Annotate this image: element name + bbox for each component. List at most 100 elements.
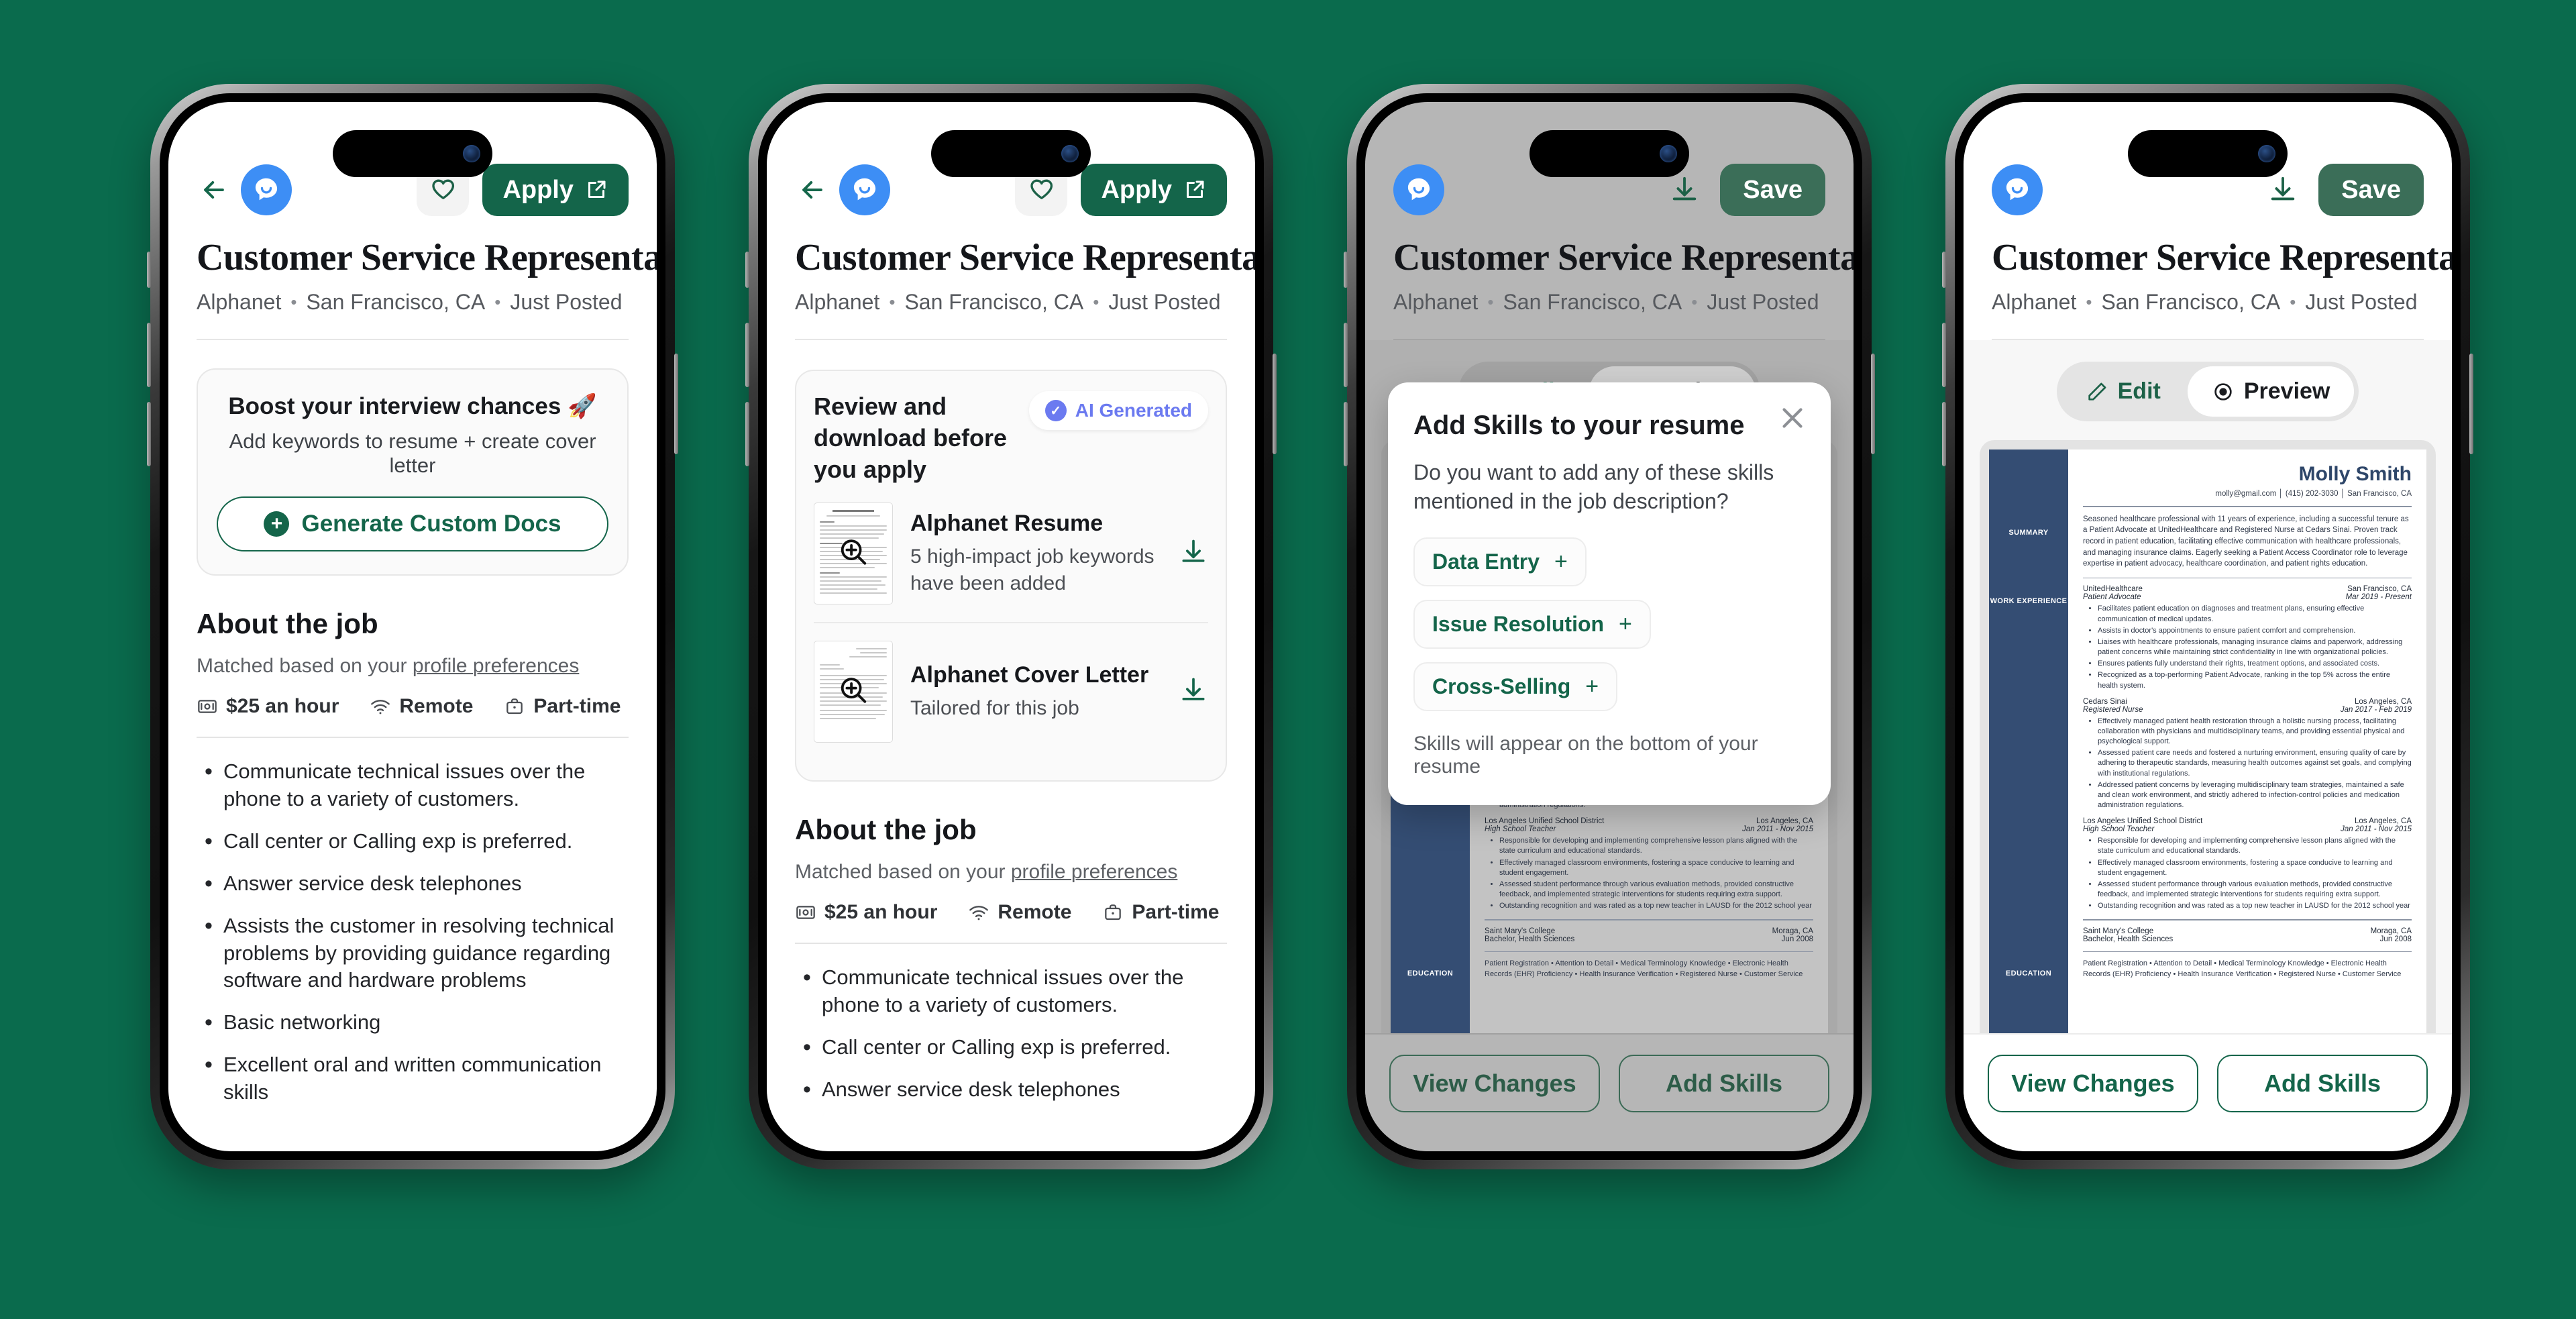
matched-prefix: Matched based on your bbox=[197, 655, 413, 677]
save-button-label: Save bbox=[2341, 175, 2401, 204]
resume-summary-text: Seasoned healthcare professional with 11… bbox=[2083, 515, 2409, 568]
external-link-icon bbox=[588, 180, 606, 198]
app-logo-icon bbox=[1992, 164, 2043, 215]
job-company: Alphanet bbox=[795, 290, 880, 314]
money-icon bbox=[198, 700, 217, 713]
resume-employer: Los Angeles Unified School District bbox=[2083, 817, 2203, 826]
phone-power-button bbox=[674, 354, 678, 454]
front-camera-icon bbox=[1061, 145, 1079, 162]
remote-label: Remote bbox=[998, 901, 1072, 924]
list-item: Assessed student performance through var… bbox=[2098, 880, 2412, 900]
document-name: Alphanet Resume bbox=[910, 511, 1104, 537]
document-name: Alphanet Cover Letter bbox=[910, 662, 1149, 688]
job-type-label: Part-time bbox=[533, 695, 621, 717]
meta-separator: • bbox=[290, 292, 297, 312]
resume-divider bbox=[2083, 951, 2412, 953]
profile-preferences-link[interactable]: profile preferences bbox=[1011, 861, 1177, 883]
job-posted: Just Posted bbox=[1108, 290, 1221, 314]
job-facts-row: $25 an hour Remote Part-time bbox=[795, 901, 1227, 924]
skill-chip-cross-selling[interactable]: Cross-Selling + bbox=[1413, 662, 1618, 711]
resume-degree-date: Jun 2008 bbox=[2379, 935, 2412, 943]
resume-place: Los Angeles, CA bbox=[2354, 697, 2412, 706]
modal-title: Add Skills to your resume bbox=[1413, 411, 1745, 440]
briefcase-icon bbox=[1105, 904, 1122, 920]
phone-1-job-detail: Apply Customer Service Representative Al… bbox=[147, 84, 678, 1169]
resume-thumbnail[interactable] bbox=[814, 503, 893, 605]
job-fact-type: Part-time bbox=[1102, 901, 1219, 924]
resume-school-row: Saint Mary's College Moraga, CA bbox=[2083, 927, 2412, 935]
pencil-icon bbox=[2088, 382, 2106, 401]
resume-section-work-label: WORK EXPERIENCE bbox=[1990, 597, 2068, 605]
resume-bullet-list: Facilitates patient education on diagnos… bbox=[2098, 604, 2412, 690]
profile-preferences-link[interactable]: profile preferences bbox=[413, 655, 579, 677]
job-location: San Francisco, CA bbox=[904, 290, 1084, 314]
tab-edit[interactable]: Edit bbox=[2061, 366, 2185, 417]
back-button[interactable] bbox=[197, 172, 231, 207]
job-fact-salary: $25 an hour bbox=[795, 901, 937, 924]
about-the-job-heading: About the job bbox=[795, 814, 977, 846]
magnify-icon bbox=[838, 675, 869, 709]
phone-4-resume-preview: Save Customer Service Representative Alp… bbox=[1942, 84, 2473, 1169]
section-divider bbox=[197, 737, 629, 738]
page-title: Customer Service Representative bbox=[1992, 237, 2452, 278]
list-item: Answer service desk telephones bbox=[201, 869, 629, 899]
list-item: Basic networking bbox=[201, 1008, 629, 1038]
resume-section-summary-label: SUMMARY bbox=[2008, 529, 2049, 537]
wifi-icon bbox=[969, 906, 989, 920]
dynamic-island bbox=[1529, 130, 1689, 177]
generate-docs-label: Generate Custom Docs bbox=[301, 511, 561, 537]
download-cover-letter-icon[interactable] bbox=[1173, 676, 1208, 708]
front-camera-icon bbox=[2258, 145, 2275, 162]
resume-dates: Jan 2011 - Nov 2015 bbox=[2341, 825, 2412, 834]
skill-chip-data-entry[interactable]: Data Entry + bbox=[1413, 537, 1587, 586]
apply-button[interactable]: Apply bbox=[482, 164, 629, 216]
job-description-list: Communicate technical issues over the ph… bbox=[197, 757, 629, 1101]
job-fact-type: Part-time bbox=[504, 695, 621, 718]
phone-bezel: Apply Customer Service Representative Al… bbox=[160, 93, 665, 1160]
cover-letter-thumbnail[interactable] bbox=[814, 641, 893, 743]
resume-bullet-list: Responsible for developing and implement… bbox=[2098, 836, 2412, 911]
back-button[interactable] bbox=[795, 172, 830, 207]
dynamic-island bbox=[333, 130, 492, 177]
resume-preview-stage[interactable]: SUMMARY WORK EXPERIENCE EDUCATION SKILLS… bbox=[1964, 440, 2452, 1114]
list-item: Effectively managed classroom environmen… bbox=[2098, 858, 2412, 878]
job-posted: Just Posted bbox=[510, 290, 623, 314]
list-item: Outstanding recognition and was rated as… bbox=[2098, 901, 2412, 911]
ai-generated-label: AI Generated bbox=[1075, 400, 1192, 421]
job-detail-scroll[interactable]: Boost your interview chances 🚀 Add keywo… bbox=[168, 340, 657, 1101]
view-changes-button[interactable]: View Changes bbox=[1988, 1055, 2198, 1112]
phone-power-button bbox=[1871, 354, 1875, 454]
skill-chip-list: Data Entry + Issue Resolution + Cross-Se… bbox=[1413, 537, 1805, 711]
close-icon[interactable] bbox=[1777, 403, 1808, 433]
check-icon: ✓ bbox=[1044, 400, 1067, 421]
docs-scroll[interactable]: Review and download before you apply ✓ A… bbox=[767, 340, 1255, 1101]
job-meta: Alphanet • San Francisco, CA • Just Post… bbox=[197, 290, 629, 315]
document-description: Tailored for this job bbox=[910, 697, 1079, 720]
document-row-cover-letter[interactable]: Alphanet Cover Letter Tailored for this … bbox=[814, 622, 1208, 760]
generate-custom-docs-button[interactable]: + Generate Custom Docs bbox=[217, 496, 608, 551]
download-resume-icon[interactable] bbox=[1173, 537, 1208, 570]
section-divider bbox=[795, 943, 1227, 945]
job-posted: Just Posted bbox=[2305, 290, 2418, 314]
app-logo-icon bbox=[839, 164, 890, 215]
resume-employer: UnitedHealthcare bbox=[2083, 585, 2143, 594]
list-item: Recognized as a top-performing Patient A… bbox=[2098, 670, 2412, 690]
resume-place: San Francisco, CA bbox=[2347, 585, 2412, 594]
add-skills-button[interactable]: Add Skills bbox=[2217, 1055, 2428, 1112]
eye-icon bbox=[2214, 382, 2232, 401]
phone-volume-down-button bbox=[1344, 402, 1348, 466]
document-row-resume[interactable]: Alphanet Resume 5 high-impact job keywor… bbox=[814, 485, 1208, 622]
resume-section-education-label: EDUCATION bbox=[2005, 969, 2052, 978]
save-resume-button[interactable]: Save bbox=[2318, 164, 2424, 216]
resume-dates: Mar 2019 - Present bbox=[2345, 593, 2412, 602]
plus-icon: + bbox=[264, 511, 290, 537]
skill-chip-issue-resolution[interactable]: Issue Resolution + bbox=[1413, 599, 1651, 649]
tab-preview[interactable]: Preview bbox=[2187, 366, 2355, 417]
apply-button[interactable]: Apply bbox=[1081, 164, 1227, 216]
wifi-icon bbox=[371, 700, 390, 715]
document-description: 5 high-impact job keywords have been add… bbox=[910, 545, 1155, 594]
page-title: Customer Service Representative bbox=[197, 237, 657, 278]
meta-separator: • bbox=[2290, 292, 2296, 312]
job-meta: Alphanet • San Francisco, CA • Just Post… bbox=[795, 290, 1227, 315]
resume-divider bbox=[2083, 919, 2412, 920]
